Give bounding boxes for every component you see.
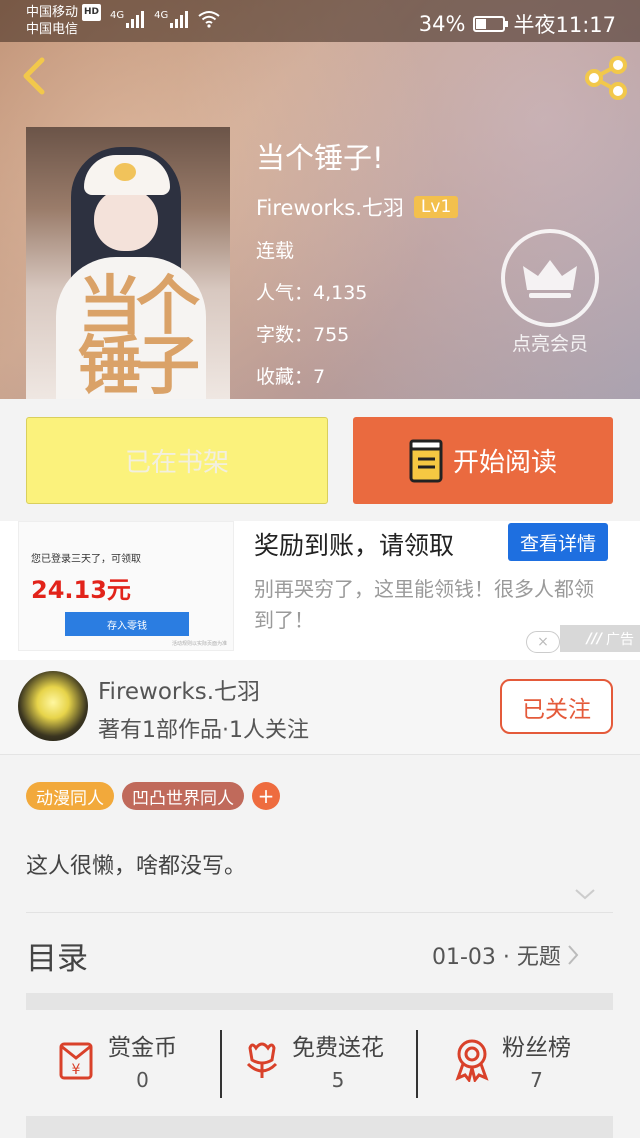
chevron-right-icon xyxy=(568,945,579,965)
ad-details-button[interactable]: 查看详情 xyxy=(508,523,608,561)
book-cover[interactable]: 当个锤子 xyxy=(26,127,230,399)
fan-ranking-count: 7 xyxy=(530,1068,543,1092)
hd-badge: HD xyxy=(82,4,102,21)
book-author[interactable]: Fireworks.七羽 xyxy=(256,192,404,222)
in-shelf-button[interactable]: 已在书架 xyxy=(26,417,328,504)
book-icon xyxy=(409,439,443,482)
ad-img-text: 您已登录三天了，可领取 xyxy=(31,554,141,565)
reward-coins-button[interactable]: ¥ 赏金币 0 xyxy=(58,1028,177,1092)
serial-status: 连载 xyxy=(256,240,295,262)
battery-icon xyxy=(473,16,509,32)
latest-chapter-label: 01-03 · 无题 xyxy=(432,945,561,970)
reward-coins-label: 赏金币 xyxy=(108,1035,177,1061)
vip-label: 点亮会员 xyxy=(511,333,588,355)
section-spacer-bottom xyxy=(26,1116,613,1138)
flower-icon xyxy=(246,1042,278,1078)
author-card[interactable]: Fireworks.七羽 著有1部作品·1人关注 已关注 xyxy=(0,660,640,755)
popularity: 人气：4,135 xyxy=(256,282,368,304)
send-flower-label: 免费送花 xyxy=(292,1035,384,1061)
expand-chevron-icon[interactable] xyxy=(574,886,596,902)
tag-anime[interactable]: 动漫同人 xyxy=(26,782,114,810)
reward-coins-count: 0 xyxy=(136,1068,149,1092)
carrier-2: 中国电信 xyxy=(26,22,79,37)
level-badge: Lv1 xyxy=(413,196,459,218)
author-avatar[interactable] xyxy=(18,671,88,741)
book-header: 中国移动 HD 中国电信 4G 4G 34% 半夜11:17 当个锤子 当个锤子… xyxy=(0,0,640,399)
send-flower-button[interactable]: 免费送花 5 xyxy=(242,1028,384,1092)
signal-group: 4G 4G xyxy=(110,10,220,28)
ad-banner[interactable]: 您已登录三天了，可领取 24.13元 存入零钱 活动规则以实际页面为准 奖励到账… xyxy=(0,521,640,660)
ad-img-button: 存入零钱 xyxy=(65,612,189,636)
clock: 半夜11:17 xyxy=(513,13,616,37)
divider xyxy=(26,912,613,913)
ad-img-amount: 24.13元 xyxy=(31,576,131,604)
ad-badge-label: 广告 xyxy=(606,631,634,648)
separator xyxy=(220,1030,222,1098)
book-info: 当个锤子! Fireworks.七羽 Lv1 连载 人气：4,135 字数：75… xyxy=(256,140,459,390)
ad-image[interactable]: 您已登录三天了，可领取 24.13元 存入零钱 活动规则以实际页面为准 xyxy=(18,521,234,651)
net-type-1: 4G xyxy=(110,10,125,21)
section-spacer xyxy=(26,993,613,1010)
ad-badge: /// 广告 xyxy=(560,625,640,652)
vip-button[interactable]: 点亮会员 xyxy=(500,229,600,356)
status-bar: 中国移动 HD 中国电信 4G 4G 34% 半夜11:17 xyxy=(0,0,640,42)
carrier-info: 中国移动 HD 中国电信 xyxy=(26,4,102,38)
battery-percent: 34% xyxy=(418,12,466,36)
toc-title[interactable]: 目录 xyxy=(26,933,88,978)
ad-logo-icon: /// xyxy=(586,630,602,647)
signal-icon: 4G xyxy=(110,10,145,28)
book-synopsis: 这人很懒，啥都没写。 xyxy=(26,854,247,879)
fan-ranking-label: 粉丝榜 xyxy=(502,1035,571,1061)
svg-text:¥: ¥ xyxy=(72,1062,81,1078)
back-button[interactable] xyxy=(16,56,56,96)
wifi-icon xyxy=(198,11,220,28)
separator xyxy=(416,1030,418,1098)
crown-icon xyxy=(501,229,599,327)
fan-ranking-button[interactable]: 粉丝榜 7 xyxy=(452,1028,571,1092)
ad-description: 别再哭穷了，这里能领钱！很多人都领到了！ xyxy=(254,577,594,632)
ad-img-fineprint: 活动规则以实际页面为准 xyxy=(171,641,227,647)
favorite-count: 收藏：7 xyxy=(256,366,326,388)
add-tag-button[interactable]: + xyxy=(252,782,280,810)
cover-title: 当个锤子 xyxy=(78,269,200,399)
word-count: 字数：755 xyxy=(256,324,350,346)
send-flower-count: 5 xyxy=(331,1068,345,1092)
medal-icon xyxy=(455,1039,489,1082)
tag-list: 动漫同人 凹凸世界同人 + xyxy=(26,782,280,810)
carrier-1: 中国移动 xyxy=(26,5,79,20)
author-name[interactable]: Fireworks.七羽 xyxy=(98,672,260,706)
latest-chapter[interactable]: 01-03 · 无题 xyxy=(432,939,579,971)
ad-title[interactable]: 奖励到账，请领取 xyxy=(254,526,454,562)
share-button[interactable] xyxy=(582,54,630,102)
signal-icon-2: 4G xyxy=(154,10,189,28)
author-stats: 著有1部作品·1人关注 xyxy=(98,718,309,743)
follow-button[interactable]: 已关注 xyxy=(500,679,613,734)
support-actions: ¥ 赏金币 0 免费送花 5 粉丝榜 7 xyxy=(0,1010,640,1120)
coin-envelope-icon: ¥ xyxy=(59,1042,93,1080)
book-title: 当个锤子! xyxy=(256,141,384,175)
ad-close-button[interactable]: × xyxy=(526,631,560,653)
tag-aotu[interactable]: 凹凸世界同人 xyxy=(122,782,244,810)
start-reading-button[interactable]: 开始阅读 xyxy=(353,417,613,504)
net-type-2: 4G xyxy=(154,10,169,21)
start-reading-label: 开始阅读 xyxy=(452,448,557,478)
